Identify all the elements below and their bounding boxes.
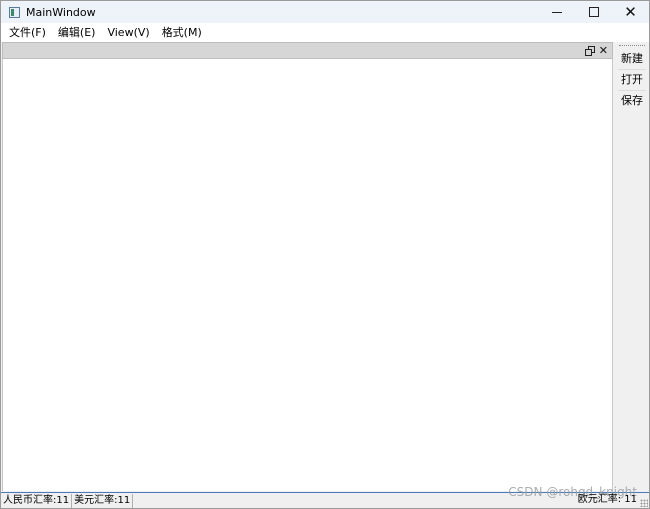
new-button[interactable]: 新建: [618, 49, 646, 69]
status-rmb-rate: 人民币汇率:11: [1, 493, 73, 508]
dock-title-bar[interactable]: ✕: [2, 42, 613, 59]
menu-bar: 文件(F) 编辑(E) View(V) 格式(M): [1, 23, 649, 42]
minimize-icon: [551, 11, 562, 13]
app-icon: [9, 6, 20, 18]
open-button[interactable]: 打开: [618, 70, 646, 90]
status-usd-rate: 美元汇率:11: [72, 493, 134, 508]
status-eur-rate: 欧元汇率: 11: [577, 494, 637, 505]
dock-close-button[interactable]: ✕: [599, 43, 608, 58]
main-window: MainWindow ✕ 文件(F) 编辑(E) View(V) 格式(M) ✕…: [0, 0, 650, 509]
window-title: MainWindow: [26, 5, 96, 19]
window-controls: ✕: [538, 1, 649, 23]
float-icon-back: [585, 49, 592, 56]
maximize-button[interactable]: [575, 1, 612, 23]
menu-view[interactable]: View(V): [101, 23, 155, 42]
menu-edit[interactable]: 编辑(E): [52, 23, 102, 42]
toolbar-drag-handle[interactable]: [619, 45, 645, 48]
maximize-icon: [588, 7, 599, 17]
save-button[interactable]: 保存: [618, 91, 646, 111]
close-icon: ✕: [624, 3, 637, 21]
dock-float-button[interactable]: [585, 46, 595, 56]
close-button[interactable]: ✕: [612, 1, 649, 23]
title-bar[interactable]: MainWindow ✕: [1, 1, 649, 23]
toolbar: 新建 打开 保存: [615, 42, 649, 492]
menu-format[interactable]: 格式(M): [156, 23, 208, 42]
menu-file[interactable]: 文件(F): [3, 23, 52, 42]
status-bar: 人民币汇率:11 美元汇率:11 CSDN @rohgd_knight 欧元汇率…: [1, 485, 649, 508]
minimize-button[interactable]: [538, 1, 575, 23]
size-grip-icon[interactable]: [640, 499, 648, 507]
dock-content-area[interactable]: [2, 59, 613, 491]
